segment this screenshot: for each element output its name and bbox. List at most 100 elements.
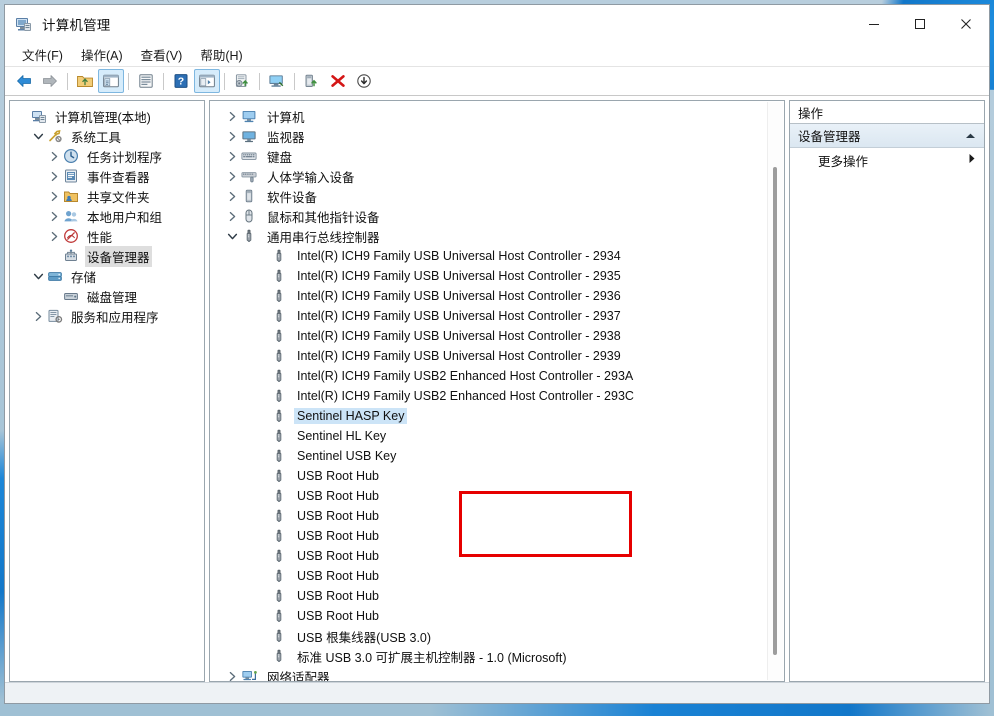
device-tree-row[interactable]: USB Root Hub xyxy=(210,466,784,486)
sidebar-item-5[interactable]: 本地用户和组 xyxy=(10,206,204,226)
actions-group-device-manager[interactable]: 设备管理器 xyxy=(790,124,984,148)
show-action-pane-icon[interactable] xyxy=(194,69,220,93)
usb-icon xyxy=(270,368,288,384)
menu-action[interactable]: 操作(A) xyxy=(72,43,132,66)
device-tree-row[interactable]: USB Root Hub xyxy=(210,486,784,506)
chevron-right-icon[interactable] xyxy=(224,111,240,122)
device-tree-row[interactable]: 监视器 xyxy=(210,126,784,146)
device-tree-row[interactable]: Intel(R) ICH9 Family USB Universal Host … xyxy=(210,286,784,306)
storage-icon xyxy=(46,268,64,284)
sidebar-item-2[interactable]: 任务计划程序 xyxy=(10,146,204,166)
sidebar-item-1[interactable]: 系统工具 xyxy=(10,126,204,146)
device-tree-row-label: 软件设备 xyxy=(267,190,318,205)
device-tree-row[interactable]: Intel(R) ICH9 Family USB Universal Host … xyxy=(210,326,784,346)
sidebar-item-label: 计算机管理(本地) xyxy=(55,110,151,125)
device-tree-row[interactable]: USB Root Hub xyxy=(210,586,784,606)
help-icon[interactable]: ? xyxy=(168,69,194,93)
device-tree-row[interactable]: Sentinel HL Key xyxy=(210,426,784,446)
sidebar-item-9[interactable]: 磁盘管理 xyxy=(10,286,204,306)
minimize-button[interactable] xyxy=(851,5,897,43)
chevron-right-icon[interactable] xyxy=(46,171,62,182)
device-tree-row[interactable]: Intel(R) ICH9 Family USB Universal Host … xyxy=(210,306,784,326)
device-tree-row[interactable]: USB Root Hub xyxy=(210,526,784,546)
device-tree-row[interactable]: 软件设备 xyxy=(210,186,784,206)
device-tree-row[interactable]: 网络适配器 xyxy=(210,666,784,682)
separator-1 xyxy=(67,72,68,90)
device-tree-row[interactable]: 人体学输入设备 xyxy=(210,166,784,186)
menu-view[interactable]: 查看(V) xyxy=(132,43,192,66)
scan-hardware-icon[interactable] xyxy=(264,69,290,93)
sidebar-item-4[interactable]: 共享文件夹 xyxy=(10,186,204,206)
chevron-down-icon[interactable] xyxy=(224,232,240,241)
device-tree-row[interactable]: 鼠标和其他指针设备 xyxy=(210,206,784,226)
forward-icon[interactable] xyxy=(37,69,63,93)
chevron-right-icon[interactable] xyxy=(46,211,62,222)
sidebar-item-10[interactable]: 服务和应用程序 xyxy=(10,306,204,326)
device-tree-row[interactable]: USB Root Hub xyxy=(210,606,784,626)
task-scheduler-icon xyxy=(62,148,80,164)
sidebar-item-label: 任务计划程序 xyxy=(87,150,163,165)
uninstall-device-icon[interactable] xyxy=(325,69,351,93)
usb-icon xyxy=(270,588,288,604)
device-tree-row[interactable]: USB 根集线器(USB 3.0) xyxy=(210,626,784,646)
device-tree-row-label: Intel(R) ICH9 Family USB2 Enhanced Host … xyxy=(297,369,634,383)
device-tree-row[interactable]: 标准 USB 3.0 可扩展主机控制器 - 1.0 (Microsoft) xyxy=(210,646,784,666)
device-tree-row[interactable]: Intel(R) ICH9 Family USB2 Enhanced Host … xyxy=(210,386,784,406)
chevron-right-icon[interactable] xyxy=(46,191,62,202)
device-tree-row[interactable]: Intel(R) ICH9 Family USB Universal Host … xyxy=(210,346,784,366)
chevron-right-icon[interactable] xyxy=(224,211,240,222)
device-tree-row[interactable]: Intel(R) ICH9 Family USB Universal Host … xyxy=(210,266,784,286)
vertical-scrollbar[interactable] xyxy=(767,102,783,680)
sidebar-item-6[interactable]: 性能 xyxy=(10,226,204,246)
back-icon[interactable] xyxy=(11,69,37,93)
up-folder-icon[interactable] xyxy=(72,69,98,93)
chevron-right-icon[interactable] xyxy=(46,231,62,242)
maximize-button[interactable] xyxy=(897,5,943,43)
sidebar-item-8[interactable]: 存储 xyxy=(10,266,204,286)
device-tree-row[interactable]: USB Root Hub xyxy=(210,506,784,526)
disable-device-icon[interactable] xyxy=(351,69,377,93)
chevron-right-icon[interactable] xyxy=(224,151,240,162)
services-apps-icon xyxy=(46,308,64,324)
menu-file[interactable]: 文件(F) xyxy=(13,43,72,66)
chevron-right-icon[interactable] xyxy=(224,131,240,142)
device-tree-row[interactable]: Sentinel USB Key xyxy=(210,446,784,466)
show-hide-tree-icon[interactable] xyxy=(98,69,124,93)
sidebar-item-7[interactable]: 设备管理器 xyxy=(10,245,204,267)
chevron-right-icon[interactable] xyxy=(224,671,240,682)
device-tree-row[interactable]: USB Root Hub xyxy=(210,546,784,566)
sidebar-item-label: 共享文件夹 xyxy=(87,190,150,205)
device-tree-row[interactable]: 计算机 xyxy=(210,106,784,126)
menu-help[interactable]: 帮助(H) xyxy=(191,43,251,66)
chevron-right-icon[interactable] xyxy=(224,171,240,182)
sidebar-item-3[interactable]: 事件查看器 xyxy=(10,166,204,186)
device-tree-row[interactable]: Intel(R) ICH9 Family USB2 Enhanced Host … xyxy=(210,366,784,386)
device-tree-row[interactable]: Sentinel HASP Key xyxy=(210,406,784,426)
chevron-right-icon[interactable] xyxy=(224,191,240,202)
device-tree-row-label: Sentinel USB Key xyxy=(297,449,397,463)
device-tree-row-label: Sentinel HL Key xyxy=(297,429,387,443)
chevron-down-icon[interactable] xyxy=(30,272,46,281)
device-tree-row[interactable]: Intel(R) ICH9 Family USB Universal Host … xyxy=(210,246,784,266)
chevron-up-icon[interactable] xyxy=(965,129,976,143)
device-tree-row[interactable]: 键盘 xyxy=(210,146,784,166)
separator-4 xyxy=(224,72,225,90)
console-tree: 计算机管理(本地) 系统工具任务计划程序 事件查看器共享文件夹 本地用户和组 性能 设备管… xyxy=(10,101,204,326)
device-tree-row[interactable]: USB Root Hub xyxy=(210,566,784,586)
device-tree-row-label: 人体学输入设备 xyxy=(267,170,355,185)
device-tree-row[interactable]: 通用串行总线控制器 xyxy=(210,226,784,246)
scrollbar-thumb[interactable] xyxy=(773,167,777,655)
close-button[interactable] xyxy=(943,5,989,43)
usb-icon xyxy=(270,648,288,664)
action-item-more-actions[interactable]: 更多操作 xyxy=(790,148,984,172)
sidebar-item-0[interactable]: 计算机管理(本地) xyxy=(10,106,204,126)
chevron-down-icon[interactable] xyxy=(30,132,46,141)
enable-device-icon[interactable] xyxy=(299,69,325,93)
properties-icon[interactable] xyxy=(133,69,159,93)
device-tree-row-label: 鼠标和其他指针设备 xyxy=(267,210,380,225)
chevron-right-icon xyxy=(968,153,976,167)
chevron-right-icon[interactable] xyxy=(30,311,46,322)
usb-icon xyxy=(270,408,288,424)
update-driver-icon[interactable] xyxy=(229,69,255,93)
chevron-right-icon[interactable] xyxy=(46,151,62,162)
